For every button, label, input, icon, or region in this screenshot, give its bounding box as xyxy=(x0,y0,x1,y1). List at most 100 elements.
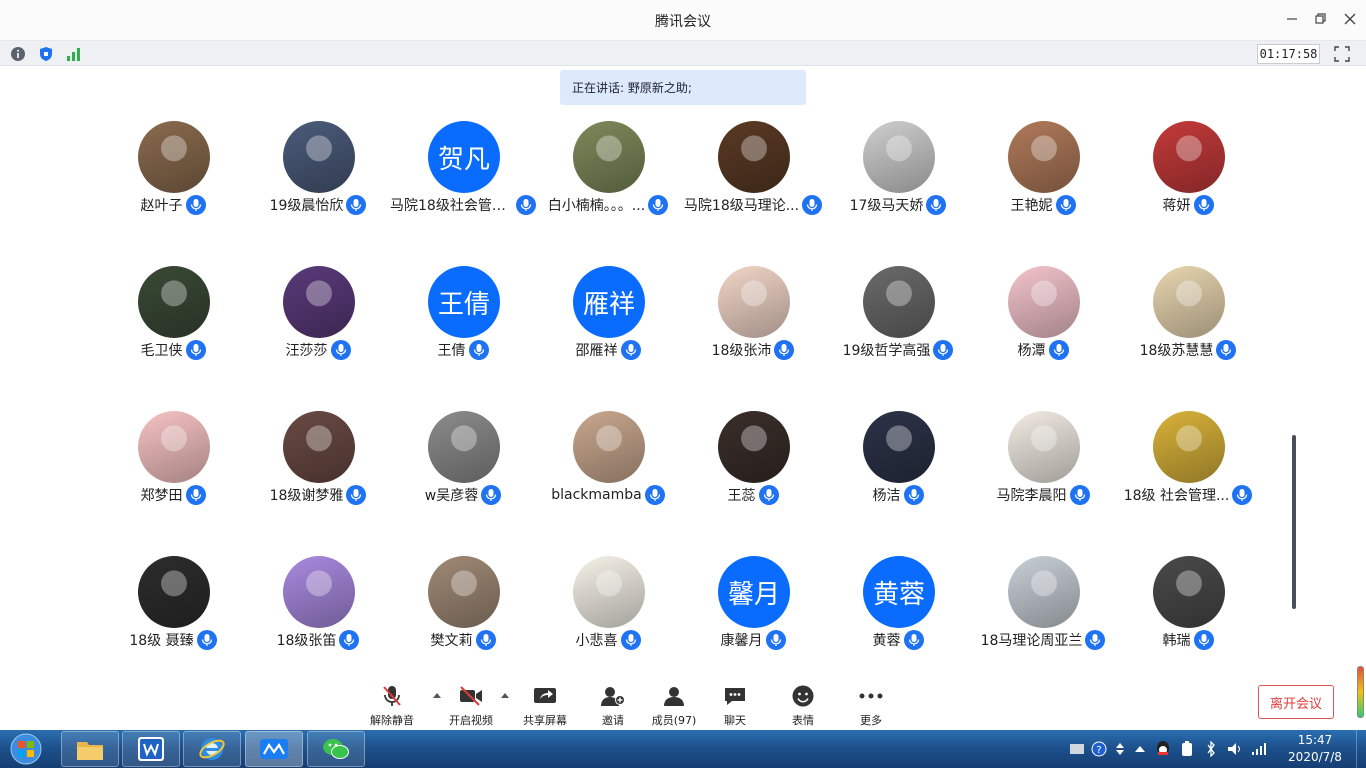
participant-label: 黄蓉 xyxy=(825,630,971,650)
info-icon[interactable] xyxy=(10,46,26,62)
participant-tile[interactable]: 17级马天娇 xyxy=(825,121,970,231)
mic-icon xyxy=(339,630,360,650)
participant-name: 黄蓉 xyxy=(872,633,901,649)
speaking-indicator: 正在讲话: 野原新之助; xyxy=(560,70,806,105)
unmute-button[interactable]: 解除静音 xyxy=(360,683,424,728)
participant-tile[interactable]: 郑梦田 xyxy=(100,411,245,521)
grid-scrollbar[interactable] xyxy=(1292,435,1296,609)
minimize-button[interactable] xyxy=(1279,8,1305,30)
windows-start-icon[interactable] xyxy=(4,732,48,766)
participant-label: 邵雁祥 xyxy=(535,340,681,360)
mic-muted-icon xyxy=(383,686,401,706)
tray-arrows-icon[interactable] xyxy=(1112,740,1128,758)
mic-icon xyxy=(475,630,496,650)
mic-icon xyxy=(1193,195,1214,215)
participant-label: 韩瑞 xyxy=(1115,630,1261,650)
participant-tile[interactable]: 王倩 王倩 xyxy=(390,266,535,376)
participant-label: 樊文莉 xyxy=(390,630,536,650)
restore-button[interactable] xyxy=(1308,8,1334,30)
qq-tray-icon[interactable] xyxy=(1154,740,1172,758)
participant-tile[interactable]: 19级晨怡欣 xyxy=(245,121,390,231)
leave-meeting-button[interactable]: 离开会议 xyxy=(1258,685,1334,719)
invite-button[interactable]: 邀请 xyxy=(581,683,645,728)
participant-tile[interactable]: 马院18级马理论... xyxy=(680,121,825,231)
share-screen-button[interactable]: 共享屏幕 xyxy=(513,683,577,728)
mic-icon xyxy=(1055,195,1076,215)
participant-tile[interactable]: 杨潭 xyxy=(970,266,1115,376)
participant-tile[interactable]: blackmamba xyxy=(535,411,680,521)
participant-tile[interactable]: 18级 社会管理... xyxy=(1115,411,1260,521)
chat-button[interactable]: 聊天 xyxy=(703,683,767,728)
keyboard-tray-icon[interactable] xyxy=(1068,740,1086,758)
close-button[interactable] xyxy=(1337,8,1363,30)
participant-label: 17级马天娇 xyxy=(825,195,971,215)
participant-tile[interactable]: 王蕊 xyxy=(680,411,825,521)
participant-label: w吴彦蓉 xyxy=(390,485,536,505)
tencent-meeting-taskbar-button[interactable] xyxy=(245,731,303,767)
participant-tile[interactable]: 樊文莉 xyxy=(390,556,535,666)
explorer-taskbar-button[interactable] xyxy=(61,731,119,767)
video-options-caret-icon[interactable] xyxy=(500,691,510,699)
fullscreen-icon[interactable] xyxy=(1334,46,1350,62)
mic-icon xyxy=(620,630,641,650)
participant-name: 汪莎莎 xyxy=(285,343,328,359)
ie-taskbar-button[interactable] xyxy=(183,731,241,767)
participant-tile[interactable]: 汪莎莎 xyxy=(245,266,390,376)
participant-tile[interactable]: 毛卫侠 xyxy=(100,266,245,376)
members-button[interactable]: 成员(97) xyxy=(642,683,706,728)
participant-name: 王倩 xyxy=(437,343,466,359)
avatar xyxy=(573,411,645,483)
more-button[interactable]: 更多 xyxy=(839,683,903,728)
participant-tile[interactable]: 18级张沛 xyxy=(680,266,825,376)
avatar xyxy=(138,556,210,628)
participant-name: 赵叶子 xyxy=(140,198,183,214)
participant-tile[interactable]: 王艳妮 xyxy=(970,121,1115,231)
minimize-icon xyxy=(1287,18,1297,20)
participant-tile[interactable]: 小悲喜 xyxy=(535,556,680,666)
participant-tile[interactable]: 贺凡 马院18级社会管理... xyxy=(390,121,536,231)
participant-label: 汪莎莎 xyxy=(245,340,391,360)
participant-tile[interactable]: 韩瑞 xyxy=(1115,556,1260,666)
mic-icon xyxy=(481,485,502,505)
participant-tile[interactable]: 雁祥 邵雁祥 xyxy=(535,266,680,376)
avatar: 王倩 xyxy=(428,266,500,338)
start-video-button[interactable]: 开启视频 xyxy=(439,683,503,728)
mic-icon xyxy=(648,195,669,215)
participant-label: 王蕊 xyxy=(680,485,826,505)
device-tray-icon[interactable] xyxy=(1178,740,1196,758)
volume-tray-icon[interactable] xyxy=(1226,740,1244,758)
video-off-icon xyxy=(460,686,482,706)
participant-label: blackmamba xyxy=(535,485,681,505)
bluetooth-tray-icon[interactable] xyxy=(1203,740,1219,758)
emoji-button[interactable]: 表情 xyxy=(771,683,835,728)
taskbar-clock[interactable]: 15:47 2020/7/8 xyxy=(1280,732,1350,766)
participant-tile[interactable]: 18级 聂臻 xyxy=(100,556,245,666)
participant-tile[interactable]: 马院李晨阳 xyxy=(970,411,1115,521)
wps-taskbar-button[interactable] xyxy=(122,731,180,767)
meeting-info-bar: 01:17:58 xyxy=(0,40,1366,66)
participant-tile[interactable]: 18级谢梦雅 xyxy=(245,411,390,521)
wechat-taskbar-button[interactable] xyxy=(307,731,365,767)
avatar xyxy=(573,556,645,628)
avatar xyxy=(138,411,210,483)
participant-tile[interactable]: 18级张笛 xyxy=(245,556,390,666)
help-tray-icon[interactable]: ? xyxy=(1090,740,1108,758)
participant-tile[interactable]: 18级苏慧慧 xyxy=(1115,266,1260,376)
participant-tile[interactable]: 蒋妍 xyxy=(1115,121,1260,231)
tray-overflow-icon[interactable] xyxy=(1132,740,1148,758)
avatar xyxy=(138,266,210,338)
participant-tile[interactable]: 馨月 康馨月 xyxy=(680,556,825,666)
shield-icon[interactable] xyxy=(38,46,54,62)
participant-tile[interactable]: w吴彦蓉 xyxy=(390,411,535,521)
network-tray-icon[interactable] xyxy=(1250,740,1268,758)
participant-tile[interactable]: 19级哲学高强 xyxy=(825,266,970,376)
participant-tile[interactable]: 杨洁 xyxy=(825,411,970,521)
participant-name: 马院李晨阳 xyxy=(996,488,1067,504)
show-desktop-button[interactable] xyxy=(1356,730,1366,768)
participant-label: 马院18级社会管理... xyxy=(390,195,536,215)
signal-icon[interactable] xyxy=(66,46,82,62)
participant-tile[interactable]: 白小楠楠。。。... xyxy=(535,121,680,231)
participant-tile[interactable]: 18马理论周亚兰 xyxy=(970,556,1115,666)
participant-tile[interactable]: 赵叶子 xyxy=(100,121,245,231)
participant-tile[interactable]: 黄蓉 黄蓉 xyxy=(825,556,970,666)
